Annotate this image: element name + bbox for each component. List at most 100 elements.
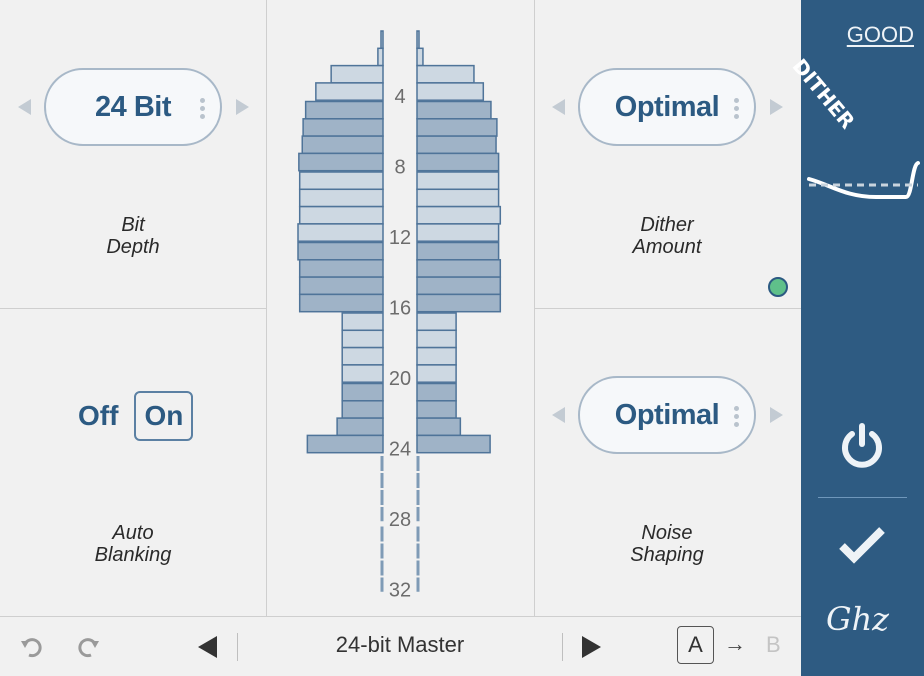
- meter-bar-right-bit-6: [416, 118, 498, 137]
- meter-tick-label: 16: [389, 298, 411, 320]
- more-options-icon[interactable]: [734, 406, 740, 427]
- meter-bar-right-bit-19: [416, 346, 457, 366]
- bit-depth-next-arrow-icon[interactable]: [236, 99, 249, 115]
- meter-bar-left-bit-24: [306, 434, 384, 454]
- meter-bar-left-bit-1: [380, 30, 384, 50]
- dither-amount-value: Optimal: [614, 90, 720, 123]
- meter-bar-right-bit-5: [416, 100, 492, 120]
- ab-compare-b-button[interactable]: B: [766, 632, 781, 658]
- separator: [562, 633, 563, 661]
- meter-bar-right-bit-1: [416, 30, 420, 50]
- meter-bar-left-bit-12: [297, 223, 384, 242]
- redo-icon[interactable]: [76, 635, 100, 659]
- noise-shaping-label: Noise Shaping: [534, 522, 800, 566]
- dither-amount-prev-arrow-icon[interactable]: [552, 99, 565, 115]
- noise-shaping-next-arrow-icon[interactable]: [770, 407, 783, 423]
- meter-bar-right-bit-3: [416, 64, 475, 84]
- meter-bar-left-bit-10: [298, 188, 384, 208]
- meter-bar-right-bit-13: [416, 241, 500, 261]
- meter-bar-right-bit-22: [416, 400, 457, 419]
- meter-bar-left-bit-5: [304, 100, 384, 120]
- meter-bar-left-bit-14: [298, 259, 384, 278]
- undo-icon[interactable]: [20, 635, 44, 659]
- meter-bar-left-bit-9: [298, 171, 384, 191]
- noise-shaping-panel: Optimal Noise Shaping: [534, 308, 801, 616]
- meter-bar-right-bit-9: [416, 171, 500, 191]
- meter-bar-left-bit-23: [336, 417, 384, 437]
- toggle-off-option[interactable]: Off: [78, 400, 118, 432]
- meter-bar-right-bit-14: [416, 259, 502, 278]
- meter-tick-label: 8: [394, 157, 405, 179]
- dither-amount-label: Dither Amount: [534, 214, 800, 258]
- brand-logo: Ghz: [826, 600, 890, 638]
- meter-bar-right-bit-21: [416, 382, 457, 402]
- noise-shaping-prev-arrow-icon[interactable]: [552, 407, 565, 423]
- noise-shaping-selector[interactable]: Optimal: [578, 376, 756, 454]
- meter-bar-right-bit-7: [416, 135, 497, 155]
- bit-depth-value: 24 Bit: [95, 90, 171, 123]
- meter-bar-right-bit-24: [416, 434, 491, 454]
- meter-bar-left-bit-13: [297, 241, 384, 261]
- meter-bar-right-bit-12: [416, 223, 500, 242]
- sidebar-divider: [818, 497, 907, 498]
- toggle-on-option[interactable]: On: [134, 391, 194, 441]
- meter-bar-left-bit-2: [377, 47, 384, 67]
- meter-bar-right-bit-8: [416, 152, 500, 172]
- more-options-icon[interactable]: [200, 98, 206, 119]
- next-preset-icon[interactable]: [582, 636, 602, 658]
- label-line: Amount: [632, 236, 702, 258]
- meter-bar-left-bit-8: [298, 152, 384, 172]
- label-line: Dither: [640, 214, 694, 236]
- meter-bar-left-bit-6: [302, 118, 384, 137]
- meter-bar-left-bit-3: [330, 64, 384, 84]
- meter-tick-label: 24: [389, 439, 411, 461]
- meter-bar-right-bit-16: [416, 293, 502, 313]
- meter-bar-right-bit-18: [416, 329, 457, 349]
- meter-bar-right-bit-23: [416, 417, 462, 437]
- meter-bar-left-bit-15: [298, 276, 384, 296]
- meter-bar-right-bit-10: [416, 188, 500, 208]
- power-icon[interactable]: [836, 420, 888, 472]
- meter-bar-left-bit-20: [341, 364, 384, 383]
- meter-bar-left-bit-16: [298, 293, 384, 313]
- more-options-icon[interactable]: [734, 98, 740, 119]
- label-line: Blanking: [94, 544, 172, 566]
- meter-bar-left-bit-22: [341, 400, 384, 419]
- ab-copy-arrow-icon[interactable]: →: [724, 631, 746, 657]
- dither-amount-panel: Optimal Dither Amount: [534, 0, 801, 308]
- meter-bar-left-bit-11: [298, 205, 384, 225]
- ab-compare-a-button[interactable]: A: [677, 626, 714, 664]
- meter-tick-label: 20: [389, 368, 411, 390]
- meter-bar-right-bit-20: [416, 364, 457, 383]
- meter-bar-left-bit-19: [341, 346, 384, 366]
- auto-blanking-panel: Auto Blanking: [0, 308, 266, 616]
- label-line: Shaping: [630, 544, 704, 566]
- quality-label: GOOD: [846, 22, 914, 47]
- bit-depth-prev-arrow-icon[interactable]: [18, 99, 31, 115]
- bit-activity-meter: 4 8 12 16 20 24 28 32: [297, 30, 502, 602]
- dither-amount-selector[interactable]: Optimal: [578, 68, 756, 146]
- label-line: Bit: [121, 214, 145, 236]
- meter-bar-left-bit-21: [341, 382, 384, 402]
- label-line: Noise: [641, 522, 693, 544]
- checkmark-icon[interactable]: [838, 524, 888, 568]
- bottom-bar: 24-bit Master A → B: [0, 616, 801, 676]
- meter-bar-left-bit-4: [315, 82, 384, 101]
- meter-bar-right-bit-15: [416, 276, 502, 296]
- meter-tick-label: 28: [389, 509, 411, 531]
- auto-blanking-label: Auto Blanking: [0, 522, 266, 566]
- meter-bar-right-bit-4: [416, 82, 485, 101]
- bit-depth-selector[interactable]: 24 Bit: [44, 68, 222, 146]
- previous-preset-icon[interactable]: [198, 636, 218, 658]
- auto-blanking-toggle: Off On: [78, 391, 194, 441]
- meter-tick-label: 32: [389, 580, 411, 602]
- divider: [266, 0, 267, 616]
- noise-shaping-curve-icon: [807, 161, 920, 199]
- meter-tick-label: 4: [394, 86, 405, 108]
- meter-bar-right-bit-2: [416, 47, 424, 67]
- preset-name[interactable]: 24-bit Master: [238, 632, 562, 658]
- dither-amount-next-arrow-icon[interactable]: [770, 99, 783, 115]
- meter-bar-right-bit-17: [416, 312, 457, 332]
- meter-bar-right-bit-11: [416, 205, 502, 225]
- status-indicator: [768, 277, 788, 297]
